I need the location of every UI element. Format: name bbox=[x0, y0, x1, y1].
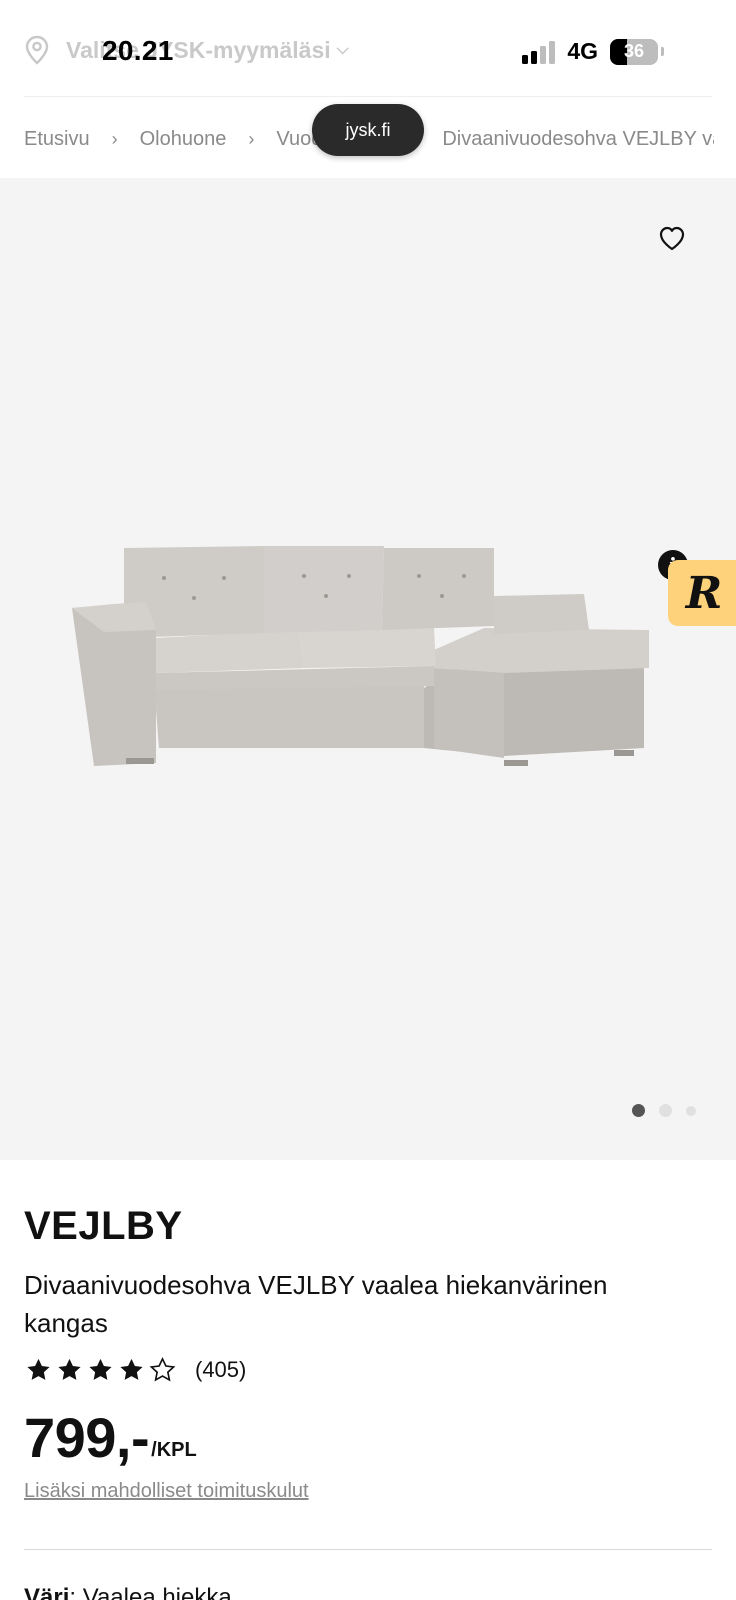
breadcrumb-item-home[interactable]: Etusivu bbox=[24, 128, 90, 151]
gallery-dot[interactable] bbox=[686, 1105, 696, 1116]
product-price: 799,- bbox=[24, 1406, 150, 1469]
product-image-gallery[interactable]: i R bbox=[0, 178, 736, 1160]
product-rating[interactable]: (405) bbox=[24, 1356, 246, 1384]
divider bbox=[24, 1549, 712, 1550]
breadcrumb-item-current: Divaanivuodesohva VEJLBY vaalea hiekanvä… bbox=[442, 128, 714, 150]
battery-icon: 36 bbox=[610, 38, 658, 65]
status-time: 20.21 bbox=[102, 35, 174, 66]
product-description: Divaanivuodesohva VEJLBY vaalea hiekanvä… bbox=[24, 1270, 608, 1338]
star-icon bbox=[58, 1358, 81, 1380]
gallery-pagination bbox=[632, 1104, 696, 1117]
color-label: Väri bbox=[24, 1584, 70, 1600]
price-unit: /KPL bbox=[151, 1439, 197, 1461]
location-pin-icon bbox=[25, 35, 49, 65]
network-type: 4G bbox=[567, 38, 598, 64]
divider bbox=[24, 96, 712, 97]
star-outline-icon bbox=[149, 1357, 176, 1382]
heart-outline-icon[interactable] bbox=[656, 222, 688, 254]
battery-level: 36 bbox=[623, 40, 645, 61]
star-icon bbox=[89, 1358, 112, 1380]
battery-tip bbox=[661, 47, 664, 56]
price-row: 799,- /KPL bbox=[24, 1410, 197, 1466]
shipping-costs-link[interactable]: Lisäksi mahdolliset toimituskulut bbox=[24, 1480, 309, 1503]
gallery-dot-active[interactable] bbox=[632, 1104, 645, 1117]
review-count[interactable]: (405) bbox=[195, 1357, 246, 1383]
url-pill[interactable]: jysk.fi bbox=[312, 104, 424, 156]
store-selector[interactable]: Valitse JYSK-myymäläsi ⌵ bbox=[24, 30, 349, 70]
star-icon bbox=[27, 1358, 50, 1380]
color-value: : Vaalea hiekka bbox=[69, 1584, 232, 1600]
status-indicators: 4G 36 bbox=[522, 38, 664, 65]
breadcrumb-item-living-room[interactable]: Olohuone bbox=[140, 128, 227, 151]
gallery-dot[interactable] bbox=[659, 1104, 672, 1117]
chevron-right-icon: › bbox=[248, 129, 255, 149]
product-brand: VEJLBY bbox=[24, 1204, 183, 1248]
product-image-sofa bbox=[72, 546, 649, 766]
review-widget-badge[interactable]: R bbox=[668, 560, 736, 626]
top-bar: Valitse JYSK-myymäläsi ⌵ 20.21 4G 36 Etu… bbox=[0, 0, 736, 178]
color-selector[interactable]: Väri: Vaalea hiekka bbox=[24, 1584, 232, 1600]
chevron-down-icon: ⌵ bbox=[336, 41, 349, 58]
chevron-right-icon: › bbox=[111, 129, 118, 149]
star-icon bbox=[120, 1358, 143, 1380]
signal-icon bbox=[522, 40, 556, 64]
